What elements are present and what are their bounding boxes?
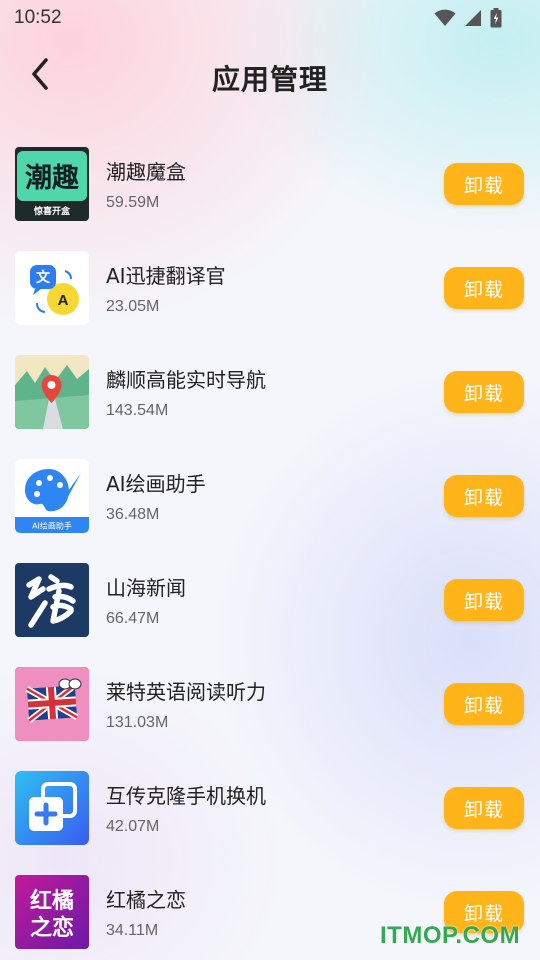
status-time: 10:52: [14, 7, 62, 28]
app-size: 59.59M: [106, 194, 160, 211]
uninstall-button[interactable]: 卸载: [444, 163, 524, 205]
app-icon-english-reading: [15, 667, 89, 741]
list-item: AI绘画助手 AI绘画助手 36.48M 卸载: [0, 446, 540, 550]
uninstall-button[interactable]: 卸载: [444, 579, 524, 621]
signal-icon: [465, 10, 481, 26]
app-icon-phone-clone: [15, 771, 89, 845]
uninstall-button[interactable]: 卸载: [444, 371, 524, 413]
app-name: 互传克隆手机换机: [106, 784, 266, 808]
uninstall-button[interactable]: 卸载: [444, 267, 524, 309]
battery-icon: [490, 8, 502, 28]
app-size: 23.05M: [106, 298, 160, 315]
svg-text:文: 文: [36, 269, 51, 286]
svg-text:红橘: 红橘: [30, 888, 74, 914]
app-icon-chaoqu: 潮趣 惊喜开盒: [15, 147, 89, 221]
app-name: 红橘之恋: [106, 888, 186, 912]
svg-text:A: A: [58, 292, 69, 309]
app-list: 潮趣 惊喜开盒 潮趣魔盒 59.59M 卸载 文 A AI迅捷翻译官 23.05…: [0, 134, 540, 960]
app-size: 42.07M: [106, 818, 160, 835]
app-size: 143.54M: [106, 402, 169, 419]
app-icon-red-orange-love: 红橘 之恋: [15, 875, 89, 949]
app-name: 山海新闻: [106, 576, 186, 600]
svg-text:惊喜开盒: 惊喜开盒: [34, 205, 71, 217]
app-size: 66.47M: [106, 610, 160, 627]
svg-text:AI绘画助手: AI绘画助手: [32, 521, 72, 531]
list-item: 山海新闻 66.47M 卸载: [0, 550, 540, 654]
list-item: 莱特英语阅读听力 131.03M 卸载: [0, 654, 540, 758]
page-title: 应用管理: [211, 63, 328, 96]
app-icon-translator: 文 A: [15, 251, 89, 325]
uninstall-button[interactable]: 卸载: [444, 683, 524, 725]
app-icon-navigation: [15, 355, 89, 429]
list-item: 麟顺高能实时导航 143.54M 卸载: [0, 342, 540, 446]
svg-text:潮趣: 潮趣: [25, 163, 79, 194]
list-item: 潮趣 惊喜开盒 潮趣魔盒 59.59M 卸载: [0, 134, 540, 238]
watermark: ITMOP.COM: [380, 922, 521, 949]
app-size: 131.03M: [106, 714, 169, 731]
app-name: AI绘画助手: [106, 472, 206, 496]
uninstall-button[interactable]: 卸载: [444, 787, 524, 829]
svg-text:之恋: 之恋: [30, 915, 74, 941]
wifi-icon: [434, 9, 456, 26]
header: 应用管理: [0, 36, 540, 120]
app-size: 36.48M: [106, 506, 160, 523]
uninstall-button[interactable]: 卸载: [444, 475, 524, 517]
app-icon-shanhai-news: [15, 563, 89, 637]
status-bar: 10:52: [0, 0, 540, 36]
list-item: 互传克隆手机换机 42.07M 卸载: [0, 758, 540, 862]
status-icons: [434, 8, 502, 28]
app-name: AI迅捷翻译官: [106, 264, 226, 288]
app-name: 莱特英语阅读听力: [106, 680, 266, 704]
app-size: 34.11M: [106, 922, 159, 939]
app-name: 麟顺高能实时导航: [106, 368, 266, 392]
app-name: 潮趣魔盒: [106, 160, 186, 184]
app-icon-ai-painting: AI绘画助手: [15, 459, 89, 533]
list-item: 文 A AI迅捷翻译官 23.05M 卸载: [0, 238, 540, 342]
